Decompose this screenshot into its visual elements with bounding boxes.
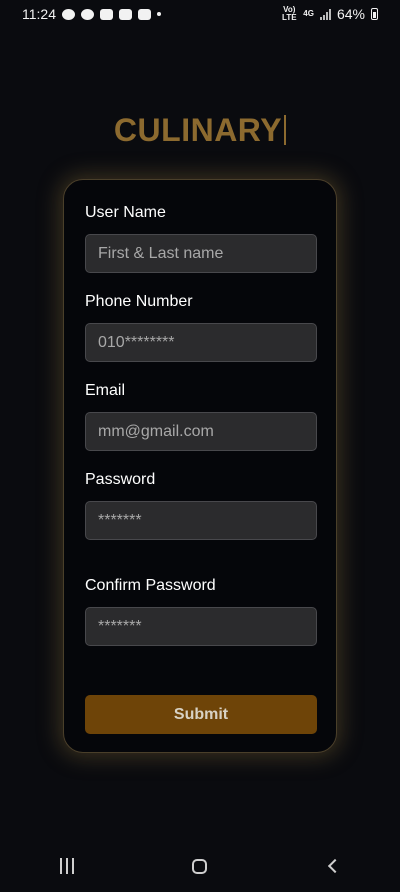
confirm-password-input[interactable]: [85, 607, 317, 646]
status-left: 11:24: [22, 6, 161, 22]
more-notifications-icon: [157, 12, 161, 16]
app-title: CULINARY: [0, 112, 400, 149]
signup-form-card: User Name Phone Number Email Password Co…: [63, 179, 337, 753]
status-bar: 11:24 Vo) LTE 4G 64%: [0, 0, 400, 28]
status-right: Vo) LTE 4G 64%: [281, 6, 378, 22]
back-icon: [328, 858, 343, 874]
home-button[interactable]: [180, 851, 220, 881]
phone-number-input[interactable]: [85, 323, 317, 362]
home-icon: [192, 858, 208, 874]
user-name-input[interactable]: [85, 234, 317, 273]
text-cursor: [284, 115, 287, 145]
network-label: 4G: [303, 9, 314, 18]
recents-button[interactable]: [47, 851, 87, 881]
battery-icon: [371, 8, 378, 20]
signup-screen: 11:24 Vo) LTE 4G 64% CULINARY User Name …: [0, 0, 400, 892]
signal-icon: [319, 8, 331, 20]
password-input[interactable]: [85, 501, 317, 540]
battery-percent: 64%: [336, 6, 365, 22]
system-nav-bar: [0, 840, 400, 892]
youtube-icon: [138, 8, 151, 20]
recents-icon: [59, 858, 74, 874]
clock: 11:24: [22, 6, 56, 22]
back-button[interactable]: [313, 851, 353, 881]
volte-label: Vo) LTE: [282, 5, 297, 22]
password-label: Password: [85, 471, 156, 488]
confirm-password-label: Confirm Password: [85, 577, 216, 594]
youtube-icon: [119, 8, 132, 20]
phone-number-label: Phone Number: [85, 293, 193, 310]
youtube-icon: [100, 8, 113, 20]
email-label: Email: [85, 382, 126, 399]
telegram-icon: [81, 8, 94, 20]
app-title-text: CULINARY: [113, 112, 283, 148]
chat-icon: [62, 8, 75, 20]
user-name-label: User Name: [85, 204, 166, 221]
email-input[interactable]: [85, 412, 317, 451]
submit-button[interactable]: Submit: [85, 695, 317, 734]
